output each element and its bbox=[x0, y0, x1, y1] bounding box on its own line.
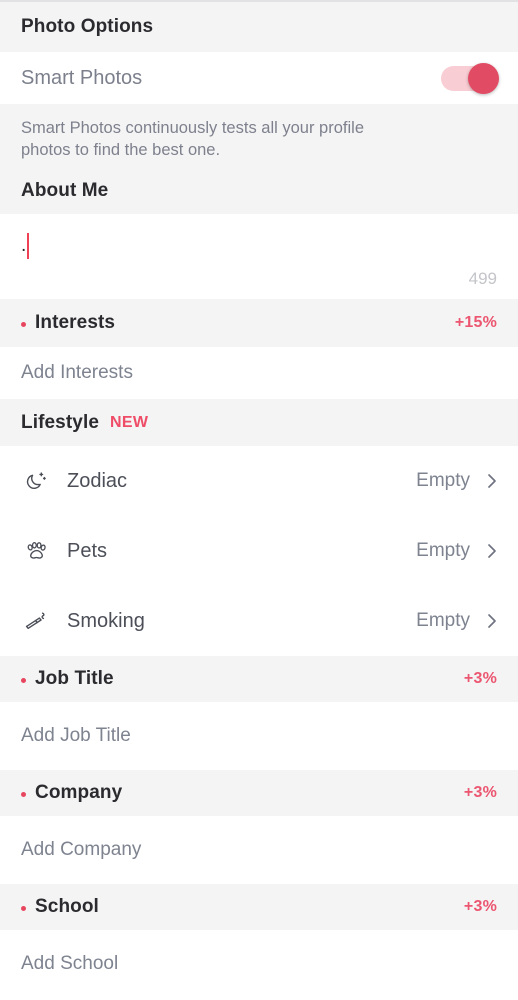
add-company-label: Add Company bbox=[21, 839, 142, 860]
section-header-company: Company +3% bbox=[0, 770, 518, 816]
required-dot-icon bbox=[21, 677, 26, 683]
smart-photos-toggle[interactable] bbox=[441, 63, 499, 94]
chevron-right-icon bbox=[486, 542, 497, 560]
add-school-label: Add School bbox=[21, 953, 119, 974]
lifestyle-new-badge: NEW bbox=[110, 413, 149, 431]
smart-photos-label: Smart Photos bbox=[21, 66, 143, 89]
job-title-pct-badge: +3% bbox=[463, 670, 497, 687]
smart-photos-row[interactable]: Smart Photos bbox=[0, 52, 518, 104]
lifestyle-row-pets[interactable]: Pets Empty bbox=[0, 516, 518, 586]
about-me-value: . bbox=[21, 235, 27, 256]
section-header-school: School +3% bbox=[0, 884, 518, 930]
company-title: Company bbox=[35, 782, 123, 803]
toggle-knob bbox=[468, 63, 499, 94]
section-header-about-me: About Me bbox=[0, 168, 518, 214]
add-job-title-row[interactable]: Add Job Title bbox=[0, 702, 518, 770]
required-dot-icon bbox=[21, 791, 26, 797]
required-dot-icon bbox=[21, 905, 26, 911]
school-title: School bbox=[35, 896, 99, 917]
profile-edit-screen: Photo Options Smart Photos Smart Photos … bbox=[0, 0, 518, 1000]
about-me-editor[interactable]: . 499 bbox=[0, 214, 518, 299]
company-pct-badge: +3% bbox=[463, 784, 497, 801]
chevron-right-icon bbox=[486, 612, 497, 630]
about-me-char-counter: 499 bbox=[468, 269, 497, 288]
chevron-right-icon bbox=[486, 472, 497, 490]
required-dot-icon bbox=[21, 321, 26, 327]
interests-pct-badge: +15% bbox=[454, 314, 497, 331]
section-header-lifestyle: Lifestyle NEW bbox=[0, 399, 518, 446]
add-interests-row[interactable]: Add Interests bbox=[0, 347, 518, 399]
about-me-title: About Me bbox=[21, 180, 109, 201]
about-me-text-line: . bbox=[21, 232, 497, 262]
section-header-photo-options: Photo Options bbox=[0, 2, 518, 52]
add-company-row[interactable]: Add Company bbox=[0, 816, 518, 884]
lifestyle-label-pets: Pets bbox=[67, 539, 108, 562]
lifestyle-label-zodiac: Zodiac bbox=[67, 469, 128, 492]
add-job-title-label: Add Job Title bbox=[21, 725, 131, 746]
lifestyle-label-smoking: Smoking bbox=[67, 609, 145, 632]
text-caret bbox=[27, 233, 30, 259]
photo-options-title: Photo Options bbox=[21, 16, 154, 37]
smart-photos-description-block: Smart Photos continuously tests all your… bbox=[0, 104, 518, 168]
lifestyle-value-zodiac: Empty bbox=[416, 470, 470, 491]
school-pct-badge: +3% bbox=[463, 898, 497, 915]
lifestyle-row-zodiac[interactable]: Zodiac Empty bbox=[0, 446, 518, 516]
add-interests-label: Add Interests bbox=[21, 362, 133, 383]
section-header-job-title: Job Title +3% bbox=[0, 656, 518, 702]
cigarette-icon bbox=[21, 606, 51, 636]
lifestyle-value-smoking: Empty bbox=[416, 610, 470, 631]
moon-stars-icon bbox=[21, 466, 51, 496]
add-school-row[interactable]: Add School bbox=[0, 930, 518, 998]
paw-print-icon bbox=[21, 536, 51, 566]
lifestyle-row-smoking[interactable]: Smoking Empty bbox=[0, 586, 518, 656]
section-header-interests: Interests +15% bbox=[0, 299, 518, 347]
lifestyle-value-pets: Empty bbox=[416, 540, 470, 561]
smart-photos-description: Smart Photos continuously tests all your… bbox=[21, 119, 364, 159]
lifestyle-title: Lifestyle bbox=[21, 411, 99, 433]
job-title-title: Job Title bbox=[35, 668, 114, 689]
interests-title: Interests bbox=[35, 312, 116, 333]
